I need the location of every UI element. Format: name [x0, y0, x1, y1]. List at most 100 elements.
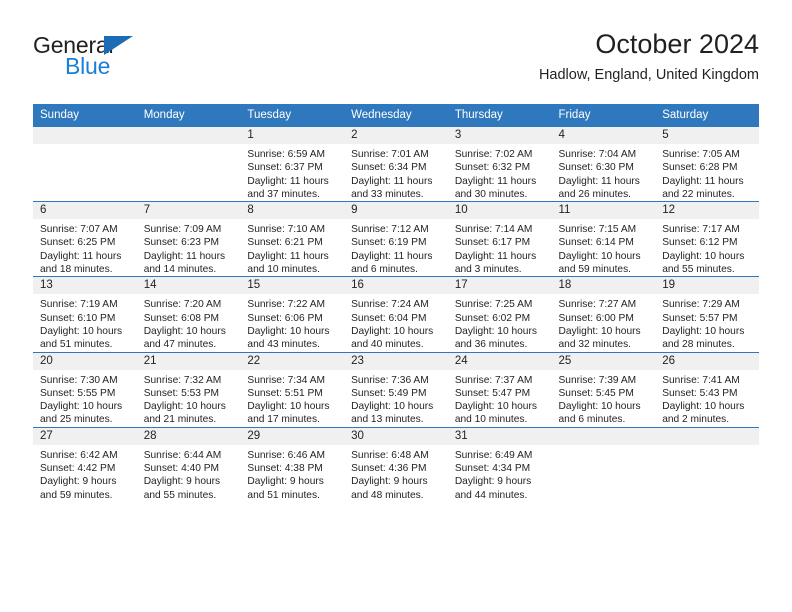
sunrise-text: Sunrise: 7:25 AM	[454, 299, 533, 311]
day-cell[interactable]: 1 Sunrise: 6:59 AM Sunset: 6:37 PM Dayli…	[240, 125, 345, 202]
day-cell[interactable]: 2 Sunrise: 7:01 AM Sunset: 6:34 PM Dayli…	[344, 125, 448, 202]
daylight-text-line1: Daylight: 10 hours	[662, 250, 745, 262]
day-number: 10	[447, 202, 552, 220]
daylight-text-line1: Daylight: 10 hours	[662, 325, 745, 337]
sunset-text: Sunset: 6:19 PM	[351, 237, 427, 249]
day-details: Sunrise: 7:27 AM Sunset: 6:00 PM Dayligh…	[552, 294, 656, 351]
day-details: Sunrise: 7:22 AM Sunset: 6:06 PM Dayligh…	[240, 294, 344, 351]
daylight-text-line1: Daylight: 11 hours	[40, 250, 122, 262]
day-number: 16	[344, 277, 448, 295]
daylight-text-line2: and 22 minutes.	[662, 188, 735, 200]
day-cell[interactable]: 11 Sunrise: 7:15 AM Sunset: 6:14 PM Dayl…	[551, 201, 656, 277]
day-cell[interactable]: 10 Sunrise: 7:14 AM Sunset: 6:17 PM Dayl…	[447, 201, 552, 277]
daylight-text-line2: and 10 minutes.	[247, 264, 320, 276]
day-cell[interactable]: 27 Sunrise: 6:42 AM Sunset: 4:42 PM Dayl…	[33, 426, 137, 502]
day-details: Sunrise: 7:32 AM Sunset: 5:53 PM Dayligh…	[137, 370, 241, 427]
day-cell[interactable]: 29 Sunrise: 6:46 AM Sunset: 4:38 PM Dayl…	[240, 426, 345, 502]
daylight-text-line2: and 55 minutes.	[143, 489, 217, 501]
day-cell[interactable]: 17 Sunrise: 7:25 AM Sunset: 6:02 PM Dayl…	[447, 276, 552, 353]
day-cell[interactable]: 25 Sunrise: 7:39 AM Sunset: 5:45 PM Dayl…	[551, 351, 656, 428]
daylight-text-line2: and 13 minutes.	[351, 414, 424, 426]
daylight-text-line1: Daylight: 11 hours	[558, 175, 640, 187]
day-cell[interactable]: 7 Sunrise: 7:09 AM Sunset: 6:23 PM Dayli…	[136, 201, 241, 277]
sunrise-text: Sunrise: 7:05 AM	[662, 149, 740, 160]
day-number	[33, 127, 137, 144]
day-cell[interactable]: 24 Sunrise: 7:37 AM Sunset: 5:47 PM Dayl…	[447, 351, 552, 428]
day-cell[interactable]: 9 Sunrise: 7:12 AM Sunset: 6:19 PM Dayli…	[344, 201, 448, 277]
daylight-text-line1: Daylight: 11 hours	[247, 175, 329, 187]
sunrise-text: Sunrise: 7:04 AM	[558, 149, 637, 160]
sunset-text: Sunset: 6:04 PM	[351, 312, 427, 324]
daylight-text-line2: and 44 minutes.	[454, 489, 528, 501]
day-details: Sunrise: 6:46 AM Sunset: 4:38 PM Dayligh…	[240, 445, 344, 502]
day-cell[interactable]: 22 Sunrise: 7:34 AM Sunset: 5:51 PM Dayl…	[240, 351, 345, 428]
day-cell[interactable]: 6 Sunrise: 7:07 AM Sunset: 6:25 PM Dayli…	[33, 201, 137, 277]
daylight-text-line2: and 6 minutes.	[351, 264, 418, 276]
daylight-text-line1: Daylight: 11 hours	[143, 250, 226, 262]
day-details: Sunrise: 7:10 AM Sunset: 6:21 PM Dayligh…	[240, 219, 344, 276]
day-number: 21	[136, 352, 241, 370]
generalblue-logo[interactable]: General Blue	[33, 32, 193, 84]
sunrise-text: Sunrise: 7:15 AM	[558, 224, 637, 236]
day-number: 27	[33, 427, 137, 445]
daylight-text-line1: Daylight: 9 hours	[454, 476, 532, 488]
day-number: 11	[551, 202, 656, 220]
sunset-text: Sunset: 6:08 PM	[143, 312, 220, 324]
day-details: Sunrise: 7:36 AM Sunset: 5:49 PM Dayligh…	[344, 370, 448, 427]
sunset-text: Sunset: 5:49 PM	[351, 387, 427, 399]
day-cell-empty	[655, 426, 759, 502]
day-cell[interactable]: 23 Sunrise: 7:36 AM Sunset: 5:49 PM Dayl…	[344, 351, 448, 428]
day-details: Sunrise: 7:34 AM Sunset: 5:51 PM Dayligh…	[240, 370, 344, 427]
daylight-text-line1: Daylight: 9 hours	[143, 476, 221, 488]
day-number: 3	[447, 127, 552, 144]
day-cell[interactable]: 14 Sunrise: 7:20 AM Sunset: 6:08 PM Dayl…	[136, 276, 241, 353]
day-cell[interactable]: 3 Sunrise: 7:02 AM Sunset: 6:32 PM Dayli…	[447, 125, 552, 202]
daylight-text-line2: and 37 minutes.	[247, 188, 320, 200]
day-cell[interactable]: 8 Sunrise: 7:10 AM Sunset: 6:21 PM Dayli…	[240, 201, 345, 277]
day-number: 5	[655, 127, 759, 144]
sunset-text: Sunset: 6:34 PM	[351, 162, 427, 174]
day-cell[interactable]: 4 Sunrise: 7:04 AM Sunset: 6:30 PM Dayli…	[551, 125, 656, 202]
day-cell[interactable]: 26 Sunrise: 7:41 AM Sunset: 5:43 PM Dayl…	[655, 351, 759, 428]
day-cell[interactable]: 31 Sunrise: 6:49 AM Sunset: 4:34 PM Dayl…	[447, 426, 552, 502]
day-cell[interactable]: 12 Sunrise: 7:17 AM Sunset: 6:12 PM Dayl…	[655, 201, 759, 277]
day-cell[interactable]: 15 Sunrise: 7:22 AM Sunset: 6:06 PM Dayl…	[240, 276, 345, 353]
sunrise-text: Sunrise: 7:36 AM	[351, 374, 429, 386]
daylight-text-line1: Daylight: 10 hours	[351, 325, 434, 337]
sunrise-text: Sunrise: 7:34 AM	[247, 374, 325, 386]
sunset-text: Sunset: 6:06 PM	[247, 312, 323, 324]
day-cell[interactable]: 28 Sunrise: 6:44 AM Sunset: 4:40 PM Dayl…	[136, 426, 241, 502]
day-cell[interactable]: 16 Sunrise: 7:24 AM Sunset: 6:04 PM Dayl…	[344, 276, 448, 353]
daylight-text-line2: and 25 minutes.	[40, 414, 113, 426]
day-cell[interactable]: 19 Sunrise: 7:29 AM Sunset: 5:57 PM Dayl…	[655, 276, 759, 353]
sunrise-text: Sunrise: 7:07 AM	[40, 224, 118, 236]
day-cell[interactable]: 30 Sunrise: 6:48 AM Sunset: 4:36 PM Dayl…	[344, 426, 448, 502]
day-cell[interactable]: 21 Sunrise: 7:32 AM Sunset: 5:53 PM Dayl…	[136, 351, 241, 428]
logo-text-blue: Blue	[65, 53, 111, 79]
sunset-text: Sunset: 6:28 PM	[662, 162, 738, 174]
sunrise-text: Sunrise: 7:14 AM	[454, 224, 533, 236]
day-number: 26	[655, 352, 759, 370]
daylight-text-line1: Daylight: 10 hours	[40, 325, 123, 337]
week-row: 20 Sunrise: 7:30 AM Sunset: 5:55 PM Dayl…	[33, 351, 759, 428]
daylight-text-line2: and 26 minutes.	[558, 188, 632, 200]
day-cell[interactable]: 20 Sunrise: 7:30 AM Sunset: 5:55 PM Dayl…	[33, 351, 137, 428]
day-cell[interactable]: 18 Sunrise: 7:27 AM Sunset: 6:00 PM Dayl…	[551, 276, 656, 353]
daylight-text-line1: Daylight: 10 hours	[454, 325, 537, 337]
day-cell[interactable]: 13 Sunrise: 7:19 AM Sunset: 6:10 PM Dayl…	[33, 276, 137, 353]
sunrise-text: Sunrise: 6:59 AM	[247, 149, 325, 160]
day-number: 28	[136, 427, 241, 445]
day-details: Sunrise: 6:44 AM Sunset: 4:40 PM Dayligh…	[137, 445, 241, 502]
day-number: 22	[240, 352, 345, 370]
day-cell[interactable]: 5 Sunrise: 7:05 AM Sunset: 6:28 PM Dayli…	[655, 125, 759, 202]
daylight-text-line1: Daylight: 10 hours	[351, 401, 434, 413]
daylight-text-line2: and 32 minutes.	[558, 339, 632, 351]
sunrise-text: Sunrise: 7:22 AM	[247, 299, 325, 311]
sunset-text: Sunset: 6:00 PM	[558, 312, 634, 324]
sunset-text: Sunset: 6:02 PM	[454, 312, 531, 324]
sunrise-text: Sunrise: 6:48 AM	[351, 449, 429, 461]
sunrise-text: Sunrise: 7:12 AM	[351, 224, 429, 236]
day-number: 4	[551, 127, 656, 144]
sunrise-text: Sunrise: 7:09 AM	[143, 224, 222, 236]
weekday-header-thursday: Thursday	[447, 104, 552, 127]
